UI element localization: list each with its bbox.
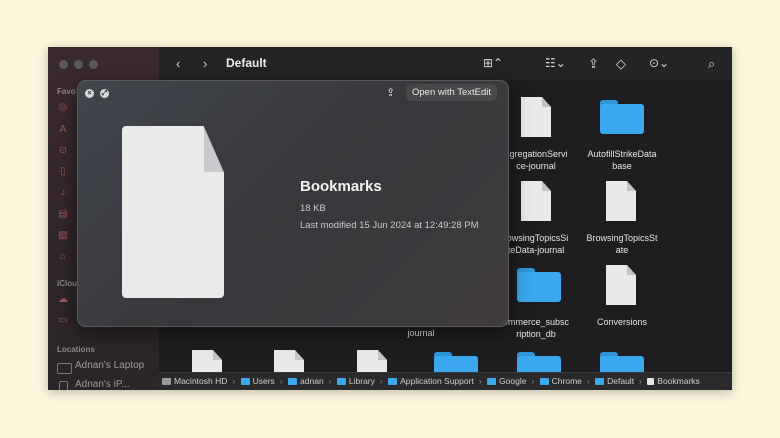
tag-icon[interactable]: ◇ xyxy=(616,47,626,80)
document-icon[interactable] xyxy=(521,181,551,221)
laptop-icon xyxy=(57,363,72,374)
sidebar-section-locations: Locations xyxy=(57,345,95,354)
folder-icon xyxy=(487,378,497,385)
downloads-icon[interactable]: ⊙ xyxy=(57,145,69,157)
airdrop-icon[interactable]: ◎ xyxy=(57,102,69,114)
shared-folder-icon[interactable]: ▭ xyxy=(57,315,69,327)
path-segment-disk[interactable]: Macintosh HD xyxy=(162,373,227,390)
path-separator: › xyxy=(531,376,535,386)
toolbar: ‹ › Default ⊞⌃ ☷⌄ ⇪ ◇ ⊙⌄ ⌕ xyxy=(159,47,732,80)
fullscreen-icon[interactable]: ⤢ xyxy=(100,89,109,98)
folder-icon[interactable] xyxy=(517,268,561,302)
folder-icon xyxy=(539,378,549,385)
folder-icon xyxy=(388,378,398,385)
file-label[interactable]: journal xyxy=(376,327,466,339)
music-icon[interactable]: ♪ xyxy=(57,187,69,199)
path-separator: › xyxy=(379,376,383,386)
more-icon[interactable]: ⊙⌄ xyxy=(649,47,669,80)
documents-icon[interactable]: ▯ xyxy=(57,166,69,178)
folder-icon xyxy=(595,378,605,385)
file-title: Bookmarks xyxy=(300,178,382,195)
minimize-window-button[interactable] xyxy=(74,60,83,69)
share-icon[interactable]: ⇪ xyxy=(386,86,395,99)
sidebar-item-iphone[interactable]: Adnan's iP... xyxy=(75,379,130,390)
folder-icon xyxy=(336,378,346,385)
window-title: Default xyxy=(226,56,267,70)
chevron-right-icon[interactable]: › xyxy=(203,47,207,80)
grid-view-icon[interactable]: ⊞⌃ xyxy=(483,47,503,80)
home-icon[interactable]: ⌂ xyxy=(57,251,69,263)
folder-icon xyxy=(240,378,250,385)
path-separator: › xyxy=(586,376,590,386)
file-modified: Last modified 15 Jun 2024 at 12:49:28 PM xyxy=(300,220,479,231)
group-by-icon[interactable]: ☷⌄ xyxy=(545,47,566,80)
path-segment[interactable]: Default xyxy=(595,373,634,390)
sidebar-section-favorites: Favo xyxy=(57,87,76,96)
movies-icon[interactable]: ▤ xyxy=(57,209,69,221)
document-icon xyxy=(122,126,224,298)
quicklook-panel: × ⤢ ⇪ Open with TextEdit Bookmarks 18 KB… xyxy=(77,80,509,327)
applications-icon[interactable]: A xyxy=(57,124,69,136)
phone-icon xyxy=(59,381,68,390)
close-window-button[interactable] xyxy=(59,60,68,69)
path-segment[interactable]: Users xyxy=(240,373,275,390)
path-segment-file[interactable]: Bookmarks xyxy=(647,373,700,390)
sidebar-item-laptop[interactable]: Adnan's Laptop xyxy=(75,360,144,371)
icloud-icon[interactable]: ☁ xyxy=(57,294,69,306)
close-icon[interactable]: × xyxy=(85,89,94,98)
path-segment[interactable]: Application Support xyxy=(388,373,474,390)
path-separator: › xyxy=(478,376,482,386)
disk-icon xyxy=(162,378,171,385)
document-icon[interactable] xyxy=(521,97,551,137)
document-icon xyxy=(647,378,655,385)
zoom-window-button[interactable] xyxy=(89,60,98,69)
finder-window: Favo ◎ A ⊙ ▯ ♪ ▤ ▨ ⌂ iClou ☁ ▭ Locations… xyxy=(48,47,732,390)
path-segment[interactable]: Google xyxy=(487,373,526,390)
search-icon[interactable]: ⌕ xyxy=(708,47,715,80)
folder-icon xyxy=(288,378,298,385)
path-separator: › xyxy=(639,376,642,386)
sidebar-section-icloud: iClou xyxy=(57,279,77,288)
document-icon[interactable] xyxy=(606,265,636,305)
path-segment[interactable]: Library xyxy=(336,373,375,390)
pictures-icon[interactable]: ▨ xyxy=(57,230,69,242)
file-label[interactable]: Conversions xyxy=(577,316,667,328)
open-with-button[interactable]: Open with TextEdit xyxy=(406,84,498,101)
document-icon[interactable] xyxy=(606,181,636,221)
folder-icon[interactable] xyxy=(600,100,644,134)
path-segment[interactable]: Chrome xyxy=(539,373,582,390)
path-bar: Macintosh HD › Users › adnan › Library › App… xyxy=(159,372,732,390)
file-label[interactable]: BrowsingTopicsSt ate xyxy=(577,232,667,256)
path-segment[interactable]: adnan xyxy=(288,373,324,390)
path-separator: › xyxy=(279,376,283,386)
chevron-left-icon[interactable]: ‹ xyxy=(176,47,180,80)
share-icon[interactable]: ⇪ xyxy=(588,47,599,80)
path-separator: › xyxy=(328,376,332,386)
folder-label[interactable]: AutofillStrikeData base xyxy=(577,148,667,172)
path-separator: › xyxy=(232,376,236,386)
file-size: 18 KB xyxy=(300,203,326,214)
